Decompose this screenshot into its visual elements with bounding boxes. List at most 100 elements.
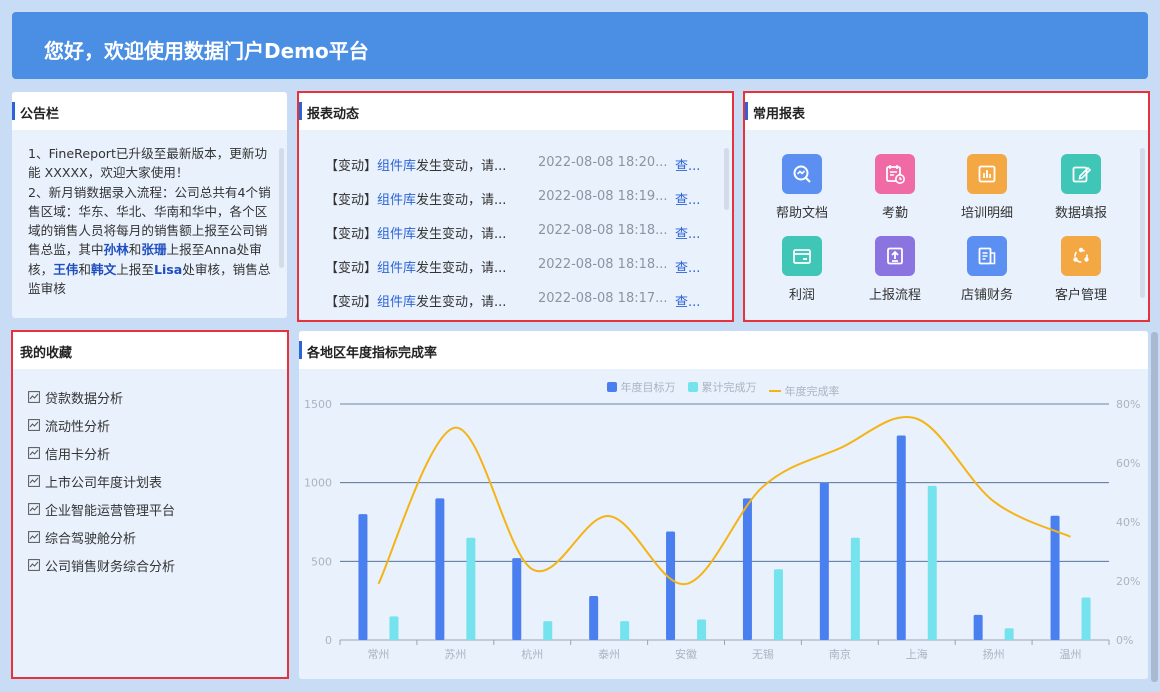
x-tick-label: 安徽 — [675, 647, 697, 661]
feed-tag: 【变动】 — [325, 159, 378, 174]
notice-panel: 公告栏 1、FineReport已升级至最新版本，更新功能 XXXXX，欢迎大家… — [12, 92, 287, 318]
report-chart-icon — [28, 419, 40, 431]
common-scrollbar[interactable] — [1140, 148, 1145, 298]
favorite-item[interactable]: 综合驾驶舱分析 — [28, 528, 137, 547]
network-icon — [1061, 236, 1101, 276]
shortcut-label: 利润 — [788, 288, 815, 303]
x-tick-label: 杭州 — [521, 647, 543, 661]
feed-tag: 【变动】 — [325, 227, 378, 242]
chart-svg: 0 500 1000 1500 0% 20% 40% 60% 80% 常州 苏州 杭州 泰州 安徽 无锡 南京… — [304, 398, 1140, 661]
report-shortcut[interactable]: 培训明细 — [947, 154, 1027, 221]
shortcut-label: 数据填报 — [1054, 206, 1107, 221]
feed-tag: 【变动】 — [325, 261, 378, 276]
wallet-icon — [782, 236, 822, 276]
feed-link[interactable]: 组件库 — [377, 261, 416, 276]
feed-link[interactable]: 组件库 — [377, 159, 416, 174]
favorite-item[interactable]: 上市公司年度计划表 — [28, 472, 163, 491]
report-chart-icon — [28, 503, 40, 515]
target-bar — [589, 595, 599, 640]
feed-scrollbar[interactable] — [724, 148, 729, 210]
feed-link[interactable]: 组件库 — [377, 193, 416, 208]
common-header: 常用报表 — [745, 92, 1148, 130]
common-reports-panel: 常用报表 帮助文档 考勤 培训明细 数据填报利润 上报流程 店铺财务 客户管理 — [745, 92, 1148, 320]
shortcut-label: 店铺财务 — [960, 288, 1013, 303]
favorite-label: 公司销售财务综合分析 — [45, 559, 176, 575]
favorites-title: 我的收藏 — [20, 346, 73, 361]
feed-time: 2022-08-08 18:19... — [538, 189, 668, 204]
feed-time: 2022-08-08 18:17... — [538, 291, 668, 306]
report-chart-icon — [28, 391, 40, 403]
favorite-label: 上市公司年度计划表 — [45, 475, 163, 491]
feed-tag: 【变动】 — [325, 295, 378, 310]
favorite-item[interactable]: 流动性分析 — [28, 416, 111, 435]
feed-header: 报表动态 — [299, 92, 733, 130]
feed-view-link[interactable]: 查... — [675, 223, 700, 242]
feed-link[interactable]: 组件库 — [377, 227, 416, 242]
target-bar — [742, 498, 752, 640]
target-bar — [435, 498, 445, 640]
chart-header: 各地区年度指标完成率 — [299, 331, 1148, 369]
report-shortcut[interactable]: 数据填报 — [1041, 154, 1121, 221]
completed-bar — [543, 621, 553, 640]
report-shortcut[interactable]: 上报流程 — [855, 236, 935, 303]
favorite-label: 企业智能运营管理平台 — [45, 503, 176, 519]
completed-bar — [697, 619, 707, 640]
report-shortcut[interactable]: 考勤 — [855, 154, 935, 221]
y-left-tick-label: 1000 — [304, 477, 332, 490]
feed-view-link[interactable]: 查... — [675, 155, 700, 174]
feed-text: 发生变动，请... — [416, 295, 507, 310]
target-bar — [1050, 515, 1060, 640]
favorite-label: 信用卡分析 — [45, 447, 111, 463]
report-feed-panel: 报表动态 【变动】 组件库发生变动，请... 2022-08-08 18:20...… — [299, 92, 733, 320]
completed-bar — [927, 485, 937, 640]
favorite-item[interactable]: 企业智能运营管理平台 — [28, 500, 176, 519]
notice-header: 公告栏 — [12, 92, 287, 130]
welcome-banner: 您好，欢迎使用数据门户Demo平台 — [12, 12, 1148, 79]
page-scrollbar[interactable] — [1151, 332, 1158, 682]
target-bar — [973, 614, 983, 640]
target-bar — [819, 482, 829, 640]
shortcut-label: 客户管理 — [1054, 288, 1107, 303]
favorite-item[interactable]: 贷款数据分析 — [28, 388, 123, 407]
completion-rate-line — [377, 416, 1071, 585]
feed-text: 发生变动，请... — [416, 261, 507, 276]
report-shortcut[interactable]: 店铺财务 — [947, 236, 1027, 303]
completed-bar — [389, 616, 399, 640]
shortcut-label: 上报流程 — [868, 288, 921, 303]
feed-link[interactable]: 组件库 — [377, 295, 416, 310]
notice-scrollbar[interactable] — [279, 148, 284, 268]
notice-body: 1、FineReport已升级至最新版本，更新功能 XXXXX，欢迎大家使用！ … — [28, 144, 276, 298]
feed-title: 报表动态 — [307, 107, 360, 122]
favorites-panel: 我的收藏 贷款数据分析 流动性分析信用卡分析上市公司年度计划表 企业智能运营管理平台… — [12, 331, 287, 678]
feed-time: 2022-08-08 18:18... — [538, 223, 668, 238]
favorites-header: 我的收藏 — [12, 331, 287, 369]
favorite-item[interactable]: 信用卡分析 — [28, 444, 111, 463]
completed-bar — [620, 621, 630, 640]
notice-paragraph-1: 1、FineReport已升级至最新版本，更新功能 XXXXX，欢迎大家使用！ — [28, 146, 268, 181]
report-shortcut[interactable]: 利润 — [762, 236, 842, 303]
favorite-label: 流动性分析 — [45, 419, 111, 435]
favorite-label: 综合驾驶舱分析 — [45, 531, 137, 547]
report-chart-icon — [28, 447, 40, 459]
y-right-tick-label: 80% — [1116, 398, 1140, 411]
completed-bar — [1004, 628, 1014, 640]
feed-view-link[interactable]: 查... — [675, 291, 700, 310]
x-tick-label: 上海 — [906, 647, 928, 661]
target-bar — [666, 531, 676, 640]
report-shortcut[interactable]: 帮助文档 — [762, 154, 842, 221]
notice-paragraph-2: 2、新月销数据录入流程：公司总共有4个销售区域：华东、华北、华南和华中，各个区域… — [28, 184, 271, 297]
feed-text: 发生变动，请... — [416, 193, 507, 208]
target-bar — [512, 558, 522, 640]
y-right-tick-label: 0% — [1116, 634, 1133, 647]
notice-title: 公告栏 — [20, 107, 60, 122]
favorite-item[interactable]: 公司销售财务综合分析 — [28, 556, 176, 575]
shortcut-label: 帮助文档 — [775, 206, 828, 221]
report-shortcut[interactable]: 客户管理 — [1041, 236, 1121, 303]
x-tick-label: 苏州 — [444, 648, 466, 661]
completed-bar — [850, 537, 860, 640]
x-tick-label: 南京 — [829, 647, 851, 661]
edit-icon — [1061, 154, 1101, 194]
feed-view-link[interactable]: 查... — [675, 189, 700, 208]
feed-view-link[interactable]: 查... — [675, 257, 700, 276]
feed-text: 发生变动，请... — [416, 159, 507, 174]
